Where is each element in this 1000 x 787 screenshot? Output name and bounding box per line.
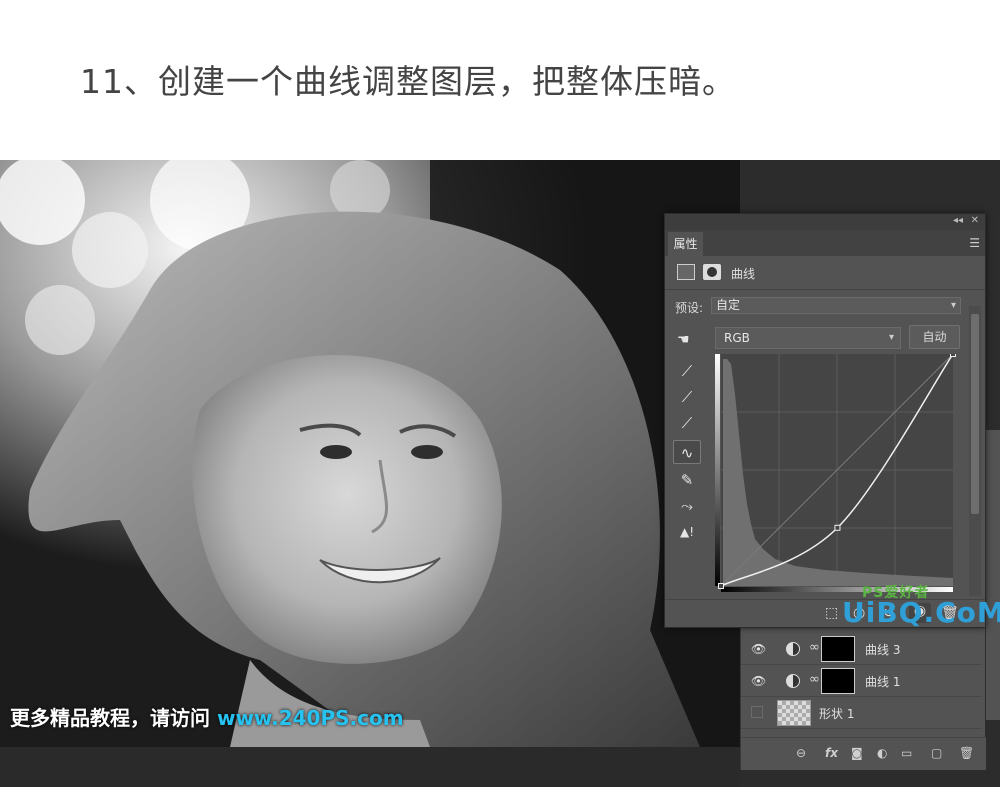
watermark-prefix: 更多精品教程，请访问 — [10, 706, 217, 730]
group-icon[interactable]: ▭ — [901, 746, 912, 760]
layer-row[interactable]: 👁 ∞ 曲线 1 — [741, 665, 981, 697]
curve-control-point[interactable] — [834, 524, 841, 531]
panel-scrollbar[interactable] — [969, 306, 981, 596]
tab-properties[interactable]: 属性 — [668, 232, 703, 256]
eyedropper-black-icon[interactable]: ⟋ — [673, 359, 701, 383]
right-dock-edge — [986, 430, 1000, 720]
auto-button[interactable]: 自动 — [909, 325, 960, 349]
preset-select[interactable]: 自定 ▾ — [711, 297, 961, 314]
channel-value: RGB — [724, 331, 750, 345]
layers-footer: ⊖ fx ◙ ◐ ▭ ▢ 🗑 — [741, 737, 986, 770]
mask-icon[interactable]: ◙ — [851, 746, 863, 760]
smooth-icon[interactable]: ⤳ — [673, 494, 701, 518]
layer-mask-thumbnail[interactable] — [821, 668, 855, 694]
curve-control-point[interactable] — [950, 351, 956, 357]
link-icon[interactable]: ⊖ — [796, 746, 806, 760]
curve-control-point[interactable] — [718, 583, 724, 589]
layer-row[interactable]: 👁 ∞ 曲线 3 — [741, 633, 981, 665]
photoshop-workspace: 更多精品教程，请访问 www.240PS.com 👁 ∞ 曲线 3 👁 ∞ 曲线… — [0, 160, 1000, 787]
preset-label: 预设: — [675, 301, 704, 315]
page-root: 11、创建一个曲线调整图层，把整体压暗。 更多精品教程，请访问 www.240P… — [0, 0, 1000, 787]
step-title: 11、创建一个曲线调整图层，把整体压暗。 — [80, 62, 736, 101]
portrait-image — [0, 160, 740, 747]
chain-link-icon[interactable]: ∞ — [809, 672, 820, 687]
pencil-icon[interactable]: ✎ — [673, 468, 701, 492]
panel-topbar: ◂◂ ✕ — [665, 214, 985, 230]
on-image-adjust-icon[interactable]: ☚ — [677, 332, 690, 348]
layer-mask-icon[interactable] — [703, 264, 721, 280]
curves-graph[interactable] — [715, 351, 963, 594]
site-logo-cn: PS爱好者 — [862, 585, 930, 601]
clip-to-layer-icon[interactable]: ⬚ — [825, 605, 838, 621]
trash-icon[interactable]: 🗑 — [959, 746, 974, 760]
visibility-toggle-off[interactable] — [751, 706, 763, 718]
chain-link-icon[interactable]: ∞ — [809, 640, 820, 655]
watermark-url[interactable]: www.240PS.com — [217, 706, 404, 730]
shape-layer-thumbnail — [777, 700, 811, 726]
collapse-icon[interactable]: ◂◂ — [953, 215, 963, 226]
fx-icon[interactable]: fx — [825, 746, 838, 760]
eyedropper-white-icon[interactable]: ⟋ — [673, 411, 701, 435]
panel-tabbar: 属性 ☰ — [665, 230, 985, 256]
clipping-warning-icon[interactable]: ▲! — [673, 520, 701, 544]
curves-adjustment-icon[interactable] — [677, 264, 695, 280]
layer-row[interactable]: 形状 1 — [741, 697, 981, 729]
watermark-text: 更多精品教程，请访问 www.240PS.com — [10, 702, 404, 731]
adjustment-layer-icon — [786, 674, 800, 688]
photo-canvas[interactable]: 更多精品教程，请访问 www.240PS.com — [0, 160, 740, 747]
eye-icon[interactable]: 👁 — [751, 642, 766, 656]
properties-panel: ◂◂ ✕ 属性 ☰ 曲线 预设: 自定 ▾ ☚ RGB ▾ 自动 ⟋ ⟋ ⟋ ∿… — [664, 213, 986, 628]
layer-name: 形状 1 — [819, 707, 855, 721]
adjustment-type-label: 曲线 — [731, 267, 756, 281]
adjustment-icon[interactable]: ◐ — [877, 746, 887, 760]
panel-menu-icon[interactable]: ☰ — [969, 236, 980, 250]
layers-panel: 👁 ∞ 曲线 3 👁 ∞ 曲线 1 形状 1 ⊖ fx ◙ ◐ ▭ ▢ 🗑 — [740, 625, 986, 770]
layer-mask-thumbnail[interactable] — [821, 636, 855, 662]
eye-icon[interactable]: 👁 — [751, 674, 766, 688]
site-logo: PS爱好者 UiBQ.CoM — [842, 585, 1000, 629]
chevron-down-icon: ▾ — [950, 300, 956, 311]
preset-value: 自定 — [716, 298, 741, 312]
curves-svg — [715, 351, 956, 592]
channel-select[interactable]: RGB ▾ — [715, 327, 901, 349]
eyedropper-gray-icon[interactable]: ⟋ — [673, 385, 701, 409]
divider — [665, 289, 985, 290]
canvas-bottom-strip — [0, 747, 740, 787]
layer-name: 曲线 3 — [865, 643, 901, 657]
scrollbar-thumb[interactable] — [971, 314, 979, 514]
close-icon[interactable]: ✕ — [971, 215, 979, 226]
chevron-down-icon: ▾ — [888, 332, 894, 343]
new-layer-icon[interactable]: ▢ — [931, 746, 942, 760]
curve-point-tool-icon[interactable]: ∿ — [673, 440, 701, 464]
adjustment-layer-icon — [786, 642, 800, 656]
layer-name: 曲线 1 — [865, 675, 901, 689]
